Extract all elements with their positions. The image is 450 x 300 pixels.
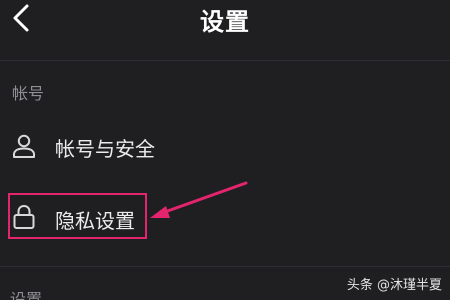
header-divider bbox=[0, 60, 450, 61]
section-divider bbox=[0, 266, 450, 267]
top-bar: 设置 bbox=[0, 0, 450, 38]
section-label-settings: 设置 bbox=[10, 290, 43, 300]
user-icon bbox=[13, 134, 35, 158]
highlight-box bbox=[8, 193, 147, 239]
account-security-item[interactable]: 帐号与安全 bbox=[0, 121, 450, 171]
section-label-account: 帐号 bbox=[12, 84, 45, 103]
annotation-arrow-icon bbox=[150, 181, 248, 218]
watermark: 头条 @沐瑾半夏 bbox=[346, 278, 442, 293]
page-title: 设置 bbox=[200, 8, 250, 36]
account-security-label: 帐号与安全 bbox=[55, 137, 155, 161]
